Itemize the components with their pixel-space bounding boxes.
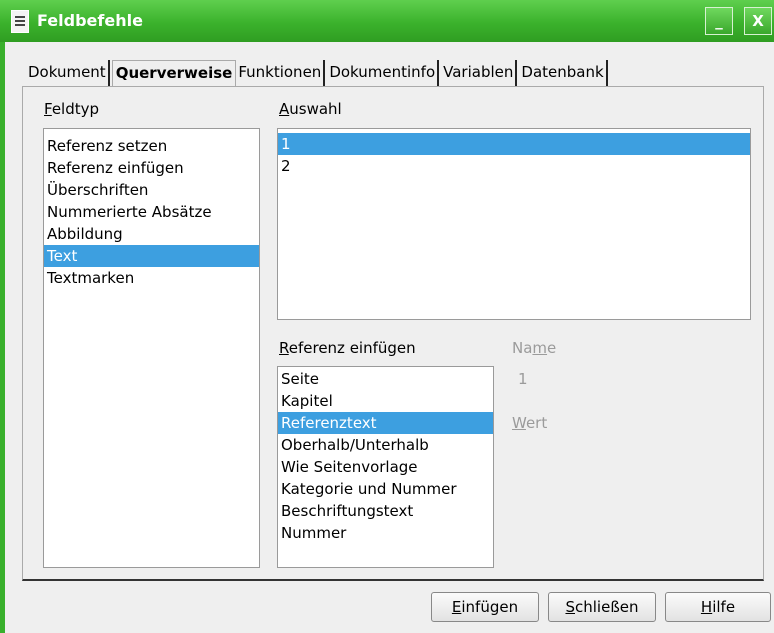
list-item[interactable]: Seite xyxy=(278,368,493,390)
minimize-icon: _ xyxy=(715,12,723,30)
auswahl-list[interactable]: 1 2 xyxy=(277,128,751,320)
tab-querverweise[interactable]: Querverweise xyxy=(111,60,237,86)
tab-dokument[interactable]: Dokument xyxy=(26,60,110,86)
list-item[interactable]: Textmarken xyxy=(44,267,259,289)
tab-funktionen[interactable]: Funktionen xyxy=(236,60,326,86)
list-item-selected[interactable]: Text xyxy=(44,245,259,267)
feldtyp-list[interactable]: Referenz setzen Referenz einfügen Übersc… xyxy=(43,128,260,568)
list-item[interactable]: Kategorie und Nummer xyxy=(278,478,493,500)
close-button[interactable]: Schließen xyxy=(548,592,656,622)
name-value: 1 xyxy=(518,370,528,388)
window-title: Feldbefehle xyxy=(37,11,143,30)
name-label: Name xyxy=(512,339,557,357)
tab-dokumentinfo[interactable]: Dokumentinfo xyxy=(327,60,440,86)
close-window-button[interactable]: X xyxy=(744,7,772,35)
list-item[interactable]: Oberhalb/Unterhalb xyxy=(278,434,493,456)
tab-datenbank[interactable]: Datenbank xyxy=(519,60,608,86)
feldtyp-label: Feldtyp xyxy=(44,100,100,118)
list-item[interactable]: Beschriftungstext xyxy=(278,500,493,522)
list-item[interactable]: Kapitel xyxy=(278,390,493,412)
list-item[interactable]: 2 xyxy=(278,155,750,177)
list-item[interactable]: Abbildung xyxy=(44,223,259,245)
close-icon: X xyxy=(752,12,764,30)
tab-bar: Dokument Querverweise Funktionen Dokumen… xyxy=(26,60,610,86)
help-button[interactable]: Hilfe xyxy=(665,592,771,622)
tab-variablen[interactable]: Variablen xyxy=(441,60,518,86)
list-item[interactable]: Wie Seitenvorlage xyxy=(278,456,493,478)
referenz-label: Referenz einfügen xyxy=(279,339,416,357)
title-bar: Feldbefehle _ X xyxy=(0,0,774,42)
insert-button[interactable]: Einfügen xyxy=(431,592,539,622)
auswahl-label: Auswahl xyxy=(279,100,342,118)
list-item-selected[interactable]: Referenztext xyxy=(278,412,493,434)
list-item-selected[interactable]: 1 xyxy=(278,133,750,155)
list-item[interactable]: Nummer xyxy=(278,522,493,544)
list-item[interactable]: Referenz einfügen xyxy=(44,157,259,179)
wert-label: Wert xyxy=(512,414,548,432)
list-item[interactable]: Referenz setzen xyxy=(44,135,259,157)
list-item[interactable]: Überschriften xyxy=(44,179,259,201)
list-item[interactable]: Nummerierte Absätze xyxy=(44,201,259,223)
document-icon xyxy=(11,10,29,33)
minimize-button[interactable]: _ xyxy=(705,7,733,35)
referenz-list[interactable]: Seite Kapitel Referenztext Oberhalb/Unte… xyxy=(277,366,494,568)
